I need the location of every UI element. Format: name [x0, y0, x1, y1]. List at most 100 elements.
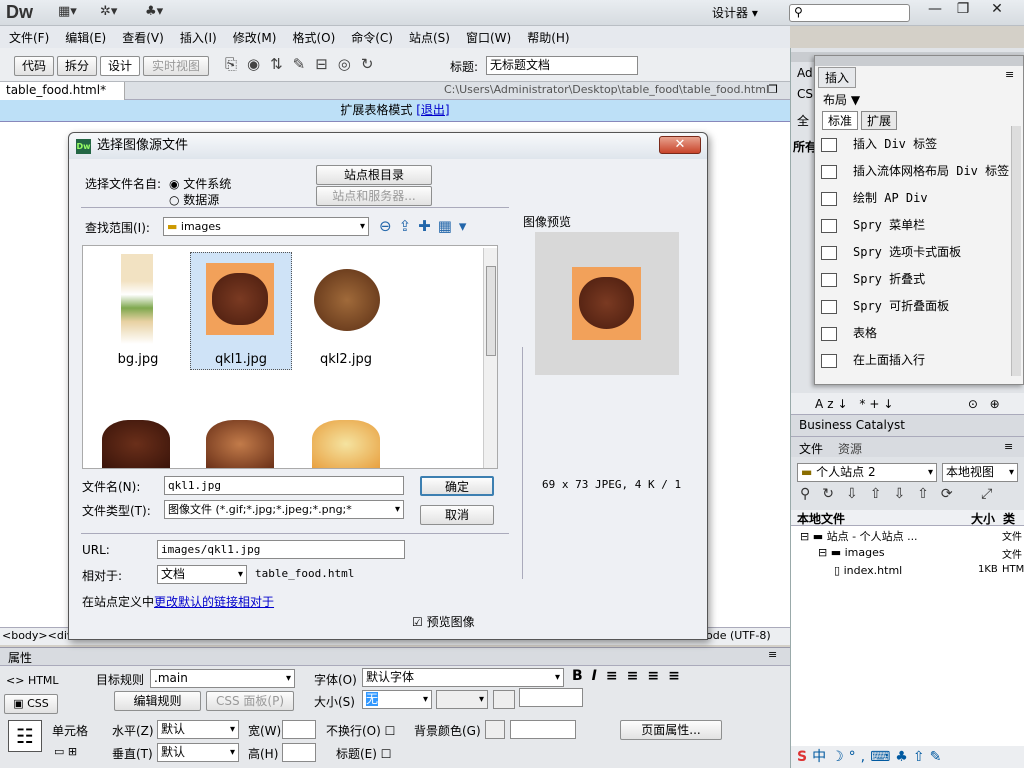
height-input[interactable] — [282, 743, 316, 762]
nav-icons[interactable]: ⊖⇪✚▦▾ — [379, 217, 473, 235]
filesystem-radio[interactable]: ◉ 文件系统 — [169, 175, 231, 192]
cancel-button[interactable]: 取消 — [420, 505, 494, 525]
panel-menu-icon[interactable]: ≡ — [768, 648, 777, 661]
target-rule-select[interactable]: .main — [150, 669, 295, 688]
panel-menu-icon[interactable]: ≡ — [1005, 68, 1014, 81]
insert-item[interactable]: 插入流体网格布局 Div 标签 — [821, 159, 1009, 183]
insert-item[interactable]: Spry 选项卡式面板 — [821, 240, 961, 264]
font-select[interactable]: 默认字体 — [362, 668, 564, 687]
tag-selector[interactable]: <body><div — [2, 629, 73, 642]
size-select[interactable]: 无 — [362, 690, 432, 709]
workspace-switcher[interactable]: 设计器 ▾ — [712, 4, 758, 21]
merge-split-icons[interactable]: ▭ ⊞ — [54, 745, 77, 758]
search-input[interactable]: ⚲ — [789, 4, 910, 22]
insert-item[interactable]: 插入 Div 标签 — [821, 132, 937, 156]
doc-tab[interactable]: table_food.html* ✕ — [0, 82, 125, 111]
menu-item[interactable]: 命令(C) — [342, 26, 400, 46]
restore-doc-icon[interactable]: ❐ — [768, 83, 778, 96]
insert-item[interactable]: 绘制 AP Div — [821, 186, 928, 210]
ext-mode-button[interactable]: 扩展 — [861, 111, 898, 130]
site-select[interactable]: ▬ 个人站点 2 — [797, 463, 937, 482]
side-tab-ad[interactable]: Ad — [797, 66, 813, 80]
close-window-button[interactable]: ✕ — [982, 0, 1012, 20]
menu-item[interactable]: 文件(F) — [0, 26, 56, 46]
filename-input[interactable]: qkl1.jpg — [164, 476, 404, 495]
format-buttons-icon[interactable]: BI≡≡≡≡ — [572, 668, 689, 684]
header-checkbox[interactable]: 标题(E) ☐ — [336, 745, 392, 762]
toolbar-tools-icon[interactable]: ⎘◉⇅✎⊟◎↻ — [225, 55, 383, 73]
file-thumb-bg[interactable] — [119, 254, 187, 344]
insert-item[interactable]: 表格 — [821, 321, 877, 345]
bgcolor-input[interactable] — [510, 720, 576, 739]
insert-item[interactable]: Spry 可折叠面板 — [821, 294, 949, 318]
extend-icon[interactable]: ♣▾ — [145, 4, 163, 22]
insert-item[interactable]: 在上面插入行 — [821, 348, 925, 372]
nowrap-checkbox[interactable]: 不换行(O) ☐ — [326, 722, 395, 739]
split-view-button[interactable]: 拆分 — [57, 56, 97, 76]
color-swatch[interactable] — [493, 690, 515, 709]
menu-item[interactable]: 编辑(E) — [56, 26, 113, 46]
menu-item[interactable]: 插入(I) — [171, 26, 224, 46]
tree-row[interactable]: ⊟ ▬ 站点 - 个人站点 ... — [800, 528, 918, 544]
maximize-button[interactable]: ❐ — [948, 0, 978, 20]
view-select[interactable]: 本地视图 — [942, 463, 1018, 482]
horz-select[interactable]: 默认 — [157, 720, 239, 739]
site-server-button[interactable]: 站点和服务器... — [316, 186, 432, 206]
file-list-scrollbar[interactable] — [483, 248, 497, 468]
site-root-button[interactable]: 站点根目录 — [316, 165, 432, 185]
dialog-close-button[interactable]: ✕ — [659, 136, 701, 154]
width-input[interactable] — [282, 720, 316, 739]
page-properties-button[interactable]: 页面属性... — [620, 720, 722, 740]
insert-item[interactable]: Spry 菜单栏 — [821, 213, 925, 237]
assets-tab[interactable]: 资源 — [838, 440, 862, 457]
html-mode-button[interactable]: <> HTML — [6, 674, 59, 687]
menu-item[interactable]: 帮助(H) — [518, 26, 576, 46]
side-all[interactable]: 全 — [797, 112, 809, 129]
ime-tray-icons[interactable]: S中☽°,⌨♣⇧✎ — [791, 746, 1024, 768]
files-toolbar-icons[interactable]: ⚲↻⇩⇧⇩⇧⟳ ⤢ — [800, 486, 1004, 502]
size-unit-select[interactable] — [436, 690, 488, 709]
change-default-link[interactable]: 更改默认的链接相对于 — [154, 595, 274, 609]
relative-select[interactable]: 文档 — [157, 565, 247, 584]
side-tab-cs[interactable]: CS — [797, 87, 813, 101]
std-mode-button[interactable]: 标准 — [822, 111, 859, 130]
edit-rule-button[interactable]: 编辑规则 — [114, 691, 201, 711]
layout-menu-icon[interactable]: ▦▾ — [58, 4, 77, 22]
panel-menu-icon[interactable]: ≡ — [1004, 440, 1013, 453]
title-input[interactable]: 无标题文档 — [486, 56, 638, 75]
insert-tab[interactable]: 插入 — [818, 67, 857, 88]
file-list[interactable]: bg.jpg qkl1.jpg qkl2.jpg — [82, 245, 498, 469]
code-view-button[interactable]: 代码 — [14, 56, 54, 76]
live-view-button[interactable]: 实时视图 — [143, 56, 209, 76]
file-thumb-cake5[interactable] — [312, 420, 380, 468]
category-select[interactable]: 布局 ▼ — [823, 91, 860, 108]
tree-row[interactable]: ⊟ ▬ images — [818, 546, 885, 559]
file-thumb-cake4[interactable] — [206, 420, 274, 468]
files-tab[interactable]: 文件 — [799, 440, 823, 457]
insert-item[interactable]: Spry 折叠式 — [821, 267, 925, 291]
ok-button[interactable]: 确定 — [420, 476, 494, 496]
minimize-button[interactable]: — — [920, 0, 950, 20]
file-thumb-qkl2[interactable] — [312, 263, 380, 353]
tree-row[interactable]: ▯ index.html — [834, 564, 902, 577]
vert-select[interactable]: 默认 — [157, 743, 239, 762]
file-thumb-qkl1[interactable] — [206, 263, 274, 353]
url-input[interactable]: images/qkl1.jpg — [157, 540, 405, 559]
css-mode-button[interactable]: ▣ CSS — [4, 694, 58, 714]
business-catalyst-tab[interactable]: Business Catalyst — [799, 418, 905, 432]
insert-scrollbar[interactable] — [1011, 126, 1021, 376]
datasource-radio[interactable]: ○ 数据源 — [169, 191, 219, 208]
color-input[interactable] — [519, 688, 583, 707]
menu-item[interactable]: 修改(M) — [224, 26, 284, 46]
design-view-button[interactable]: 设计 — [100, 56, 140, 76]
filetype-select[interactable]: 图像文件 (*.gif;*.jpg;*.jpeg;*.png;* — [164, 500, 404, 519]
menu-item[interactable]: 查看(V) — [113, 26, 171, 46]
preview-checkbox[interactable]: ☑ 预览图像 — [412, 613, 475, 630]
exit-link[interactable]: [退出] — [416, 103, 449, 117]
menu-item[interactable]: 站点(S) — [400, 26, 457, 46]
menu-item[interactable]: 窗口(W) — [457, 26, 518, 46]
css-panel-button[interactable]: CSS 面板(P) — [206, 691, 294, 711]
file-thumb-cake3[interactable] — [102, 420, 170, 468]
lookin-select[interactable]: ▬ images — [163, 217, 369, 236]
gear-icon[interactable]: ✲▾ — [100, 4, 117, 22]
